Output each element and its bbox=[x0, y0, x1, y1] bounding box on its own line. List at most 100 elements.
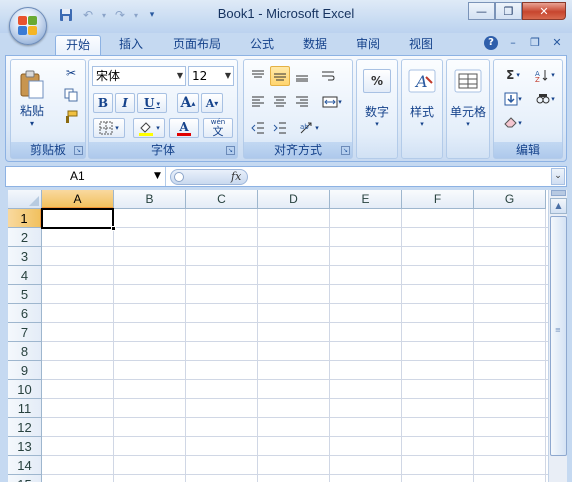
row-header-6[interactable]: 6 bbox=[8, 304, 42, 323]
phonetic-guide-button[interactable]: wén 文 bbox=[203, 118, 233, 138]
orientation-button[interactable]: ab ▾ bbox=[294, 118, 324, 138]
align-left-icon[interactable] bbox=[248, 92, 268, 112]
font-launcher-icon[interactable]: ↘ bbox=[226, 146, 235, 155]
align-top-icon[interactable] bbox=[248, 66, 268, 86]
clear-button[interactable]: ▾ bbox=[498, 113, 528, 133]
column-header-g[interactable]: G bbox=[474, 190, 546, 209]
font-size-dropdown-icon[interactable]: ▼ bbox=[225, 67, 231, 85]
row-header-5[interactable]: 5 bbox=[8, 285, 42, 304]
row-header-7[interactable]: 7 bbox=[8, 323, 42, 342]
name-box-dropdown-icon[interactable]: ▼ bbox=[154, 167, 161, 186]
tab-home[interactable]: 开始 bbox=[55, 35, 101, 56]
align-right-icon[interactable] bbox=[292, 92, 312, 112]
column-header-d[interactable]: D bbox=[258, 190, 330, 209]
increase-indent-icon[interactable] bbox=[270, 118, 290, 138]
row-header-9[interactable]: 9 bbox=[8, 361, 42, 380]
row-header-12[interactable]: 12 bbox=[8, 418, 42, 437]
insert-function-button[interactable]: fx bbox=[231, 170, 241, 184]
help-icon[interactable]: ? bbox=[484, 36, 498, 50]
name-box[interactable]: A1 bbox=[6, 167, 166, 186]
decrease-indent-icon[interactable] bbox=[248, 118, 268, 138]
worksheet-grid[interactable]: ABCDEFG 123456789101112131415 bbox=[8, 190, 548, 482]
italic-button[interactable]: I bbox=[115, 93, 135, 113]
scroll-up-icon[interactable]: ▲ bbox=[550, 198, 567, 214]
workbook-minimize-icon[interactable]: – bbox=[506, 36, 520, 50]
formula-input[interactable] bbox=[252, 167, 548, 186]
font-name-dropdown-icon[interactable]: ▼ bbox=[177, 67, 183, 85]
clipboard-launcher-icon[interactable]: ↘ bbox=[74, 146, 83, 155]
row-header-2[interactable]: 2 bbox=[8, 228, 42, 247]
fill-handle[interactable] bbox=[111, 226, 116, 231]
cells-button[interactable]: 单元格 ▾ bbox=[449, 64, 487, 140]
styles-group: A 样式 ▾ bbox=[401, 59, 443, 159]
find-select-button[interactable]: ▾ bbox=[530, 89, 560, 109]
select-all-button[interactable] bbox=[8, 190, 42, 209]
row-header-11[interactable]: 11 bbox=[8, 399, 42, 418]
underline-button[interactable]: U ▾ bbox=[137, 93, 167, 113]
window-close-button[interactable]: ✕ bbox=[522, 2, 566, 20]
row-header-15[interactable]: 15 bbox=[8, 475, 42, 482]
styles-icon: A bbox=[408, 69, 436, 93]
styles-button[interactable]: A 样式 ▾ bbox=[404, 64, 440, 140]
column-header-c[interactable]: C bbox=[186, 190, 258, 209]
undo-dropdown-icon[interactable]: ▾ bbox=[100, 6, 108, 24]
row-header-4[interactable]: 4 bbox=[8, 266, 42, 285]
tab-formulas[interactable]: 公式 bbox=[240, 35, 284, 55]
row-header-10[interactable]: 10 bbox=[8, 380, 42, 399]
border-button[interactable]: ▾ bbox=[93, 118, 125, 138]
expand-formula-bar-icon[interactable]: ⌄ bbox=[551, 168, 565, 185]
align-middle-icon[interactable] bbox=[270, 66, 290, 86]
fill-color-button[interactable]: ▾ bbox=[133, 118, 165, 138]
workbook-restore-icon[interactable]: ❐ bbox=[528, 36, 542, 50]
copy-icon[interactable] bbox=[61, 86, 81, 104]
number-format-button[interactable]: % 数字 ▾ bbox=[359, 64, 395, 140]
customize-qat-icon[interactable]: ▾ bbox=[142, 6, 162, 24]
font-name-combo[interactable]: 宋体 ▼ bbox=[92, 66, 186, 86]
office-button[interactable] bbox=[9, 7, 47, 45]
wrap-text-icon[interactable] bbox=[318, 66, 338, 86]
number-group: % 数字 ▾ bbox=[356, 59, 398, 159]
row-header-1[interactable]: 1 bbox=[8, 209, 42, 228]
split-box[interactable] bbox=[551, 190, 566, 196]
column-header-f[interactable]: F bbox=[402, 190, 474, 209]
grow-font-button[interactable]: A ▴ bbox=[177, 93, 199, 113]
vertical-scrollbar[interactable]: ▲ ≡ bbox=[548, 190, 567, 482]
undo-icon[interactable]: ↶ bbox=[78, 6, 98, 24]
alignment-launcher-icon[interactable]: ↘ bbox=[341, 146, 350, 155]
shrink-font-button[interactable]: A ▾ bbox=[201, 93, 223, 113]
align-bottom-icon[interactable] bbox=[292, 66, 312, 86]
row-header-14[interactable]: 14 bbox=[8, 456, 42, 475]
tab-review[interactable]: 审阅 bbox=[345, 35, 391, 55]
scroll-thumb[interactable]: ≡ bbox=[550, 216, 567, 456]
redo-icon[interactable]: ↷ bbox=[110, 6, 130, 24]
active-cell-cursor[interactable] bbox=[41, 208, 114, 229]
bold-button[interactable]: B bbox=[93, 93, 113, 113]
workbook-close-icon[interactable]: ✕ bbox=[550, 36, 564, 50]
font-size-combo[interactable]: 12 ▼ bbox=[188, 66, 234, 86]
window-restore-button[interactable]: ❐ bbox=[495, 2, 522, 20]
column-header-e[interactable]: E bbox=[330, 190, 402, 209]
tab-view[interactable]: 视图 bbox=[398, 35, 444, 55]
row-header-8[interactable]: 8 bbox=[8, 342, 42, 361]
cut-icon[interactable]: ✂ bbox=[61, 64, 81, 82]
align-center-icon[interactable] bbox=[270, 92, 290, 112]
sort-filter-button[interactable]: AZ ▾ bbox=[530, 65, 560, 85]
tab-page-layout[interactable]: 页面布局 bbox=[162, 35, 232, 55]
paste-button[interactable]: 粘贴 ▾ bbox=[15, 63, 49, 135]
row-header-3[interactable]: 3 bbox=[8, 247, 42, 266]
redo-dropdown-icon[interactable]: ▾ bbox=[132, 6, 140, 24]
column-header-b[interactable]: B bbox=[114, 190, 186, 209]
autosum-button[interactable]: Σ ▾ bbox=[498, 65, 528, 85]
font-color-button[interactable]: A bbox=[169, 118, 199, 138]
fill-button[interactable]: ▾ bbox=[498, 89, 528, 109]
format-painter-icon[interactable] bbox=[61, 108, 81, 126]
font-group: 宋体 ▼ 12 ▼ B I U ▾ A ▴ A ▾ ▾ ▾ A wén 文 字体… bbox=[88, 59, 238, 159]
svg-text:Z: Z bbox=[535, 76, 540, 82]
column-header-a[interactable]: A bbox=[42, 190, 114, 209]
merge-center-button[interactable]: ▾ bbox=[318, 92, 346, 112]
row-header-13[interactable]: 13 bbox=[8, 437, 42, 456]
save-icon[interactable] bbox=[56, 6, 76, 24]
tab-data[interactable]: 数据 bbox=[292, 35, 338, 55]
window-minimize-button[interactable]: — bbox=[468, 2, 495, 20]
tab-insert[interactable]: 插入 bbox=[108, 35, 154, 55]
